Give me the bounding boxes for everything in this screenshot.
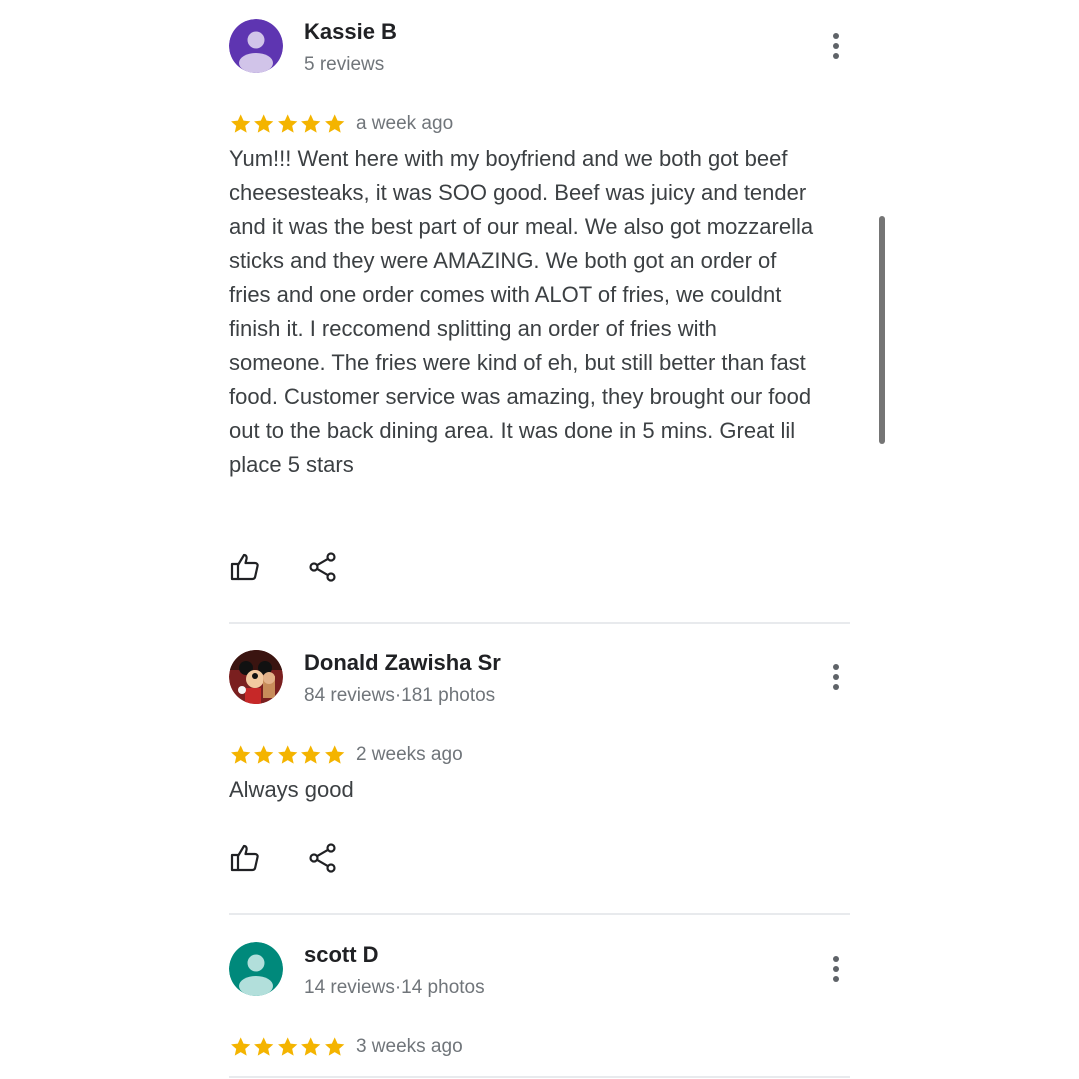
review-time: 3 weeks ago (355, 1036, 463, 1057)
rating-row: a week ago (229, 113, 453, 135)
author-meta: 5 reviews (304, 54, 385, 75)
author-avatar[interactable] (229, 942, 283, 996)
star-icon (231, 745, 251, 764)
star-icon (324, 745, 344, 764)
more-vert-icon[interactable] (825, 31, 847, 61)
review-text: Yum!!! Went here with my boyfriend and w… (229, 146, 814, 477)
share-icon[interactable] (307, 551, 339, 583)
review-divider (229, 1076, 850, 1078)
star-icon (231, 1037, 251, 1056)
review-divider (229, 913, 850, 915)
review-time: a week ago (355, 113, 454, 134)
review-time: 2 weeks ago (355, 744, 463, 765)
star-rating (229, 1036, 346, 1058)
review-divider (229, 622, 850, 624)
more-vert-icon[interactable] (825, 662, 847, 692)
author-name[interactable]: Donald Zawisha Sr (304, 650, 501, 676)
review-text: Always good (229, 777, 354, 802)
more-vert-icon[interactable] (825, 954, 847, 984)
author-name[interactable]: scott D (304, 942, 379, 968)
star-icon (231, 114, 251, 133)
rating-row: 3 weeks ago (229, 1036, 463, 1058)
default-person-avatar-icon (229, 19, 283, 73)
star-icon (277, 114, 298, 133)
review-actions (229, 842, 339, 874)
star-icon (254, 1037, 274, 1056)
review-actions (229, 551, 339, 583)
thumbs-up-icon[interactable] (229, 842, 261, 874)
thumbs-up-icon[interactable] (229, 551, 261, 583)
author-name[interactable]: Kassie B (304, 19, 397, 45)
mickey-mouse-photo-avatar (229, 650, 283, 704)
reviews-page: Kassie B 5 reviews a week ago Yum!!! Wen… (0, 0, 1079, 1079)
author-meta: 84 reviews·181 photos (304, 685, 496, 706)
star-icon (301, 114, 321, 133)
star-icon (254, 114, 274, 133)
star-rating (229, 744, 346, 766)
star-rating (229, 113, 346, 135)
rating-row: 2 weeks ago (229, 744, 463, 766)
star-icon (277, 1037, 298, 1056)
star-icon (254, 745, 274, 764)
author-avatar[interactable] (229, 19, 283, 73)
star-icon (277, 745, 298, 764)
scrollbar-thumb[interactable] (879, 216, 885, 444)
star-icon (324, 114, 344, 133)
star-icon (301, 745, 321, 764)
star-icon (324, 1037, 344, 1056)
share-icon[interactable] (307, 842, 339, 874)
star-icon (301, 1037, 321, 1056)
author-avatar[interactable] (229, 650, 283, 704)
default-person-avatar-icon (229, 942, 283, 996)
author-meta: 14 reviews·14 photos (304, 977, 485, 998)
